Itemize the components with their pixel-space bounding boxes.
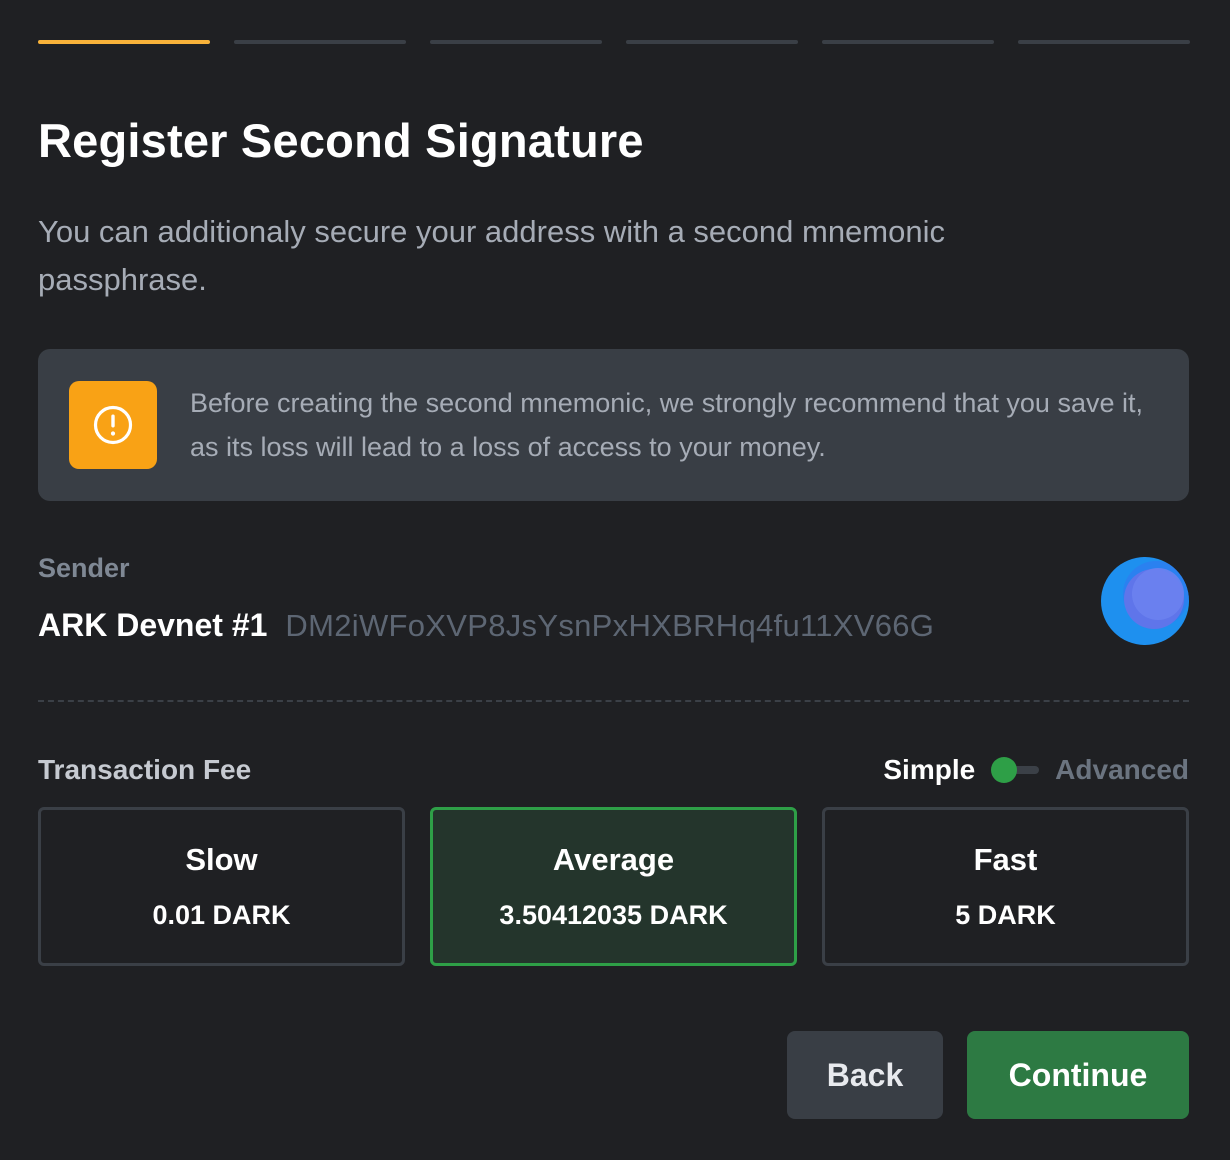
- section-divider: [38, 700, 1189, 702]
- wallet-name: ARK Devnet #1: [38, 607, 268, 643]
- step-indicator-4: [626, 40, 798, 44]
- sender-wallet: ARK Devnet #1 DM2iWFoXVP8JsYsnPxHXBRHq4f…: [38, 607, 934, 644]
- fee-mode-switch[interactable]: [991, 757, 1040, 783]
- page-title: Register Second Signature: [38, 114, 644, 167]
- fee-option-name: Slow: [185, 842, 258, 877]
- step-indicator-1: [38, 40, 210, 44]
- fee-option-name: Average: [552, 842, 675, 877]
- back-button[interactable]: Back: [787, 1031, 943, 1119]
- fee-option-name: Fast: [973, 842, 1038, 877]
- toggle-simple-label[interactable]: Simple: [883, 754, 975, 786]
- fee-option-fast[interactable]: Fast 5 DARK: [822, 807, 1189, 966]
- wallet-address: DM2iWFoXVP8JsYsnPxHXBRHq4fu11XV66G: [285, 608, 935, 643]
- fee-option-amount: 5 DARK: [955, 900, 1056, 930]
- step-indicator-5: [822, 40, 994, 44]
- sender-label: Sender: [38, 553, 130, 583]
- fee-option-slow[interactable]: Slow 0.01 DARK: [38, 807, 405, 966]
- wallet-avatar: [1100, 556, 1190, 646]
- warning-alert-text: Before creating the second mnemonic, we …: [190, 388, 1143, 462]
- warning-alert: Before creating the second mnemonic, we …: [38, 349, 1189, 501]
- step-indicator-3: [430, 40, 602, 44]
- transaction-fee-label: Transaction Fee: [38, 754, 252, 785]
- page-subtitle: You can additionaly secure your address …: [38, 214, 945, 297]
- fee-mode-toggle[interactable]: Simple Advanced: [883, 754, 1189, 786]
- fee-options: Slow 0.01 DARK Average 3.50412035 DARK F…: [38, 807, 1189, 966]
- toggle-knob: [991, 757, 1018, 783]
- warning-icon: [69, 381, 157, 469]
- step-indicator-6: [1018, 40, 1190, 44]
- fee-option-amount: 0.01 DARK: [152, 900, 291, 930]
- fee-option-average[interactable]: Average 3.50412035 DARK: [430, 807, 797, 966]
- toggle-advanced-label[interactable]: Advanced: [1055, 754, 1189, 786]
- step-progress: [38, 40, 1190, 44]
- continue-button[interactable]: Continue: [967, 1031, 1189, 1119]
- step-indicator-2: [234, 40, 406, 44]
- register-second-signature-page: Register Second Signature You can additi…: [0, 0, 1230, 1160]
- fee-option-amount: 3.50412035 DARK: [499, 900, 728, 930]
